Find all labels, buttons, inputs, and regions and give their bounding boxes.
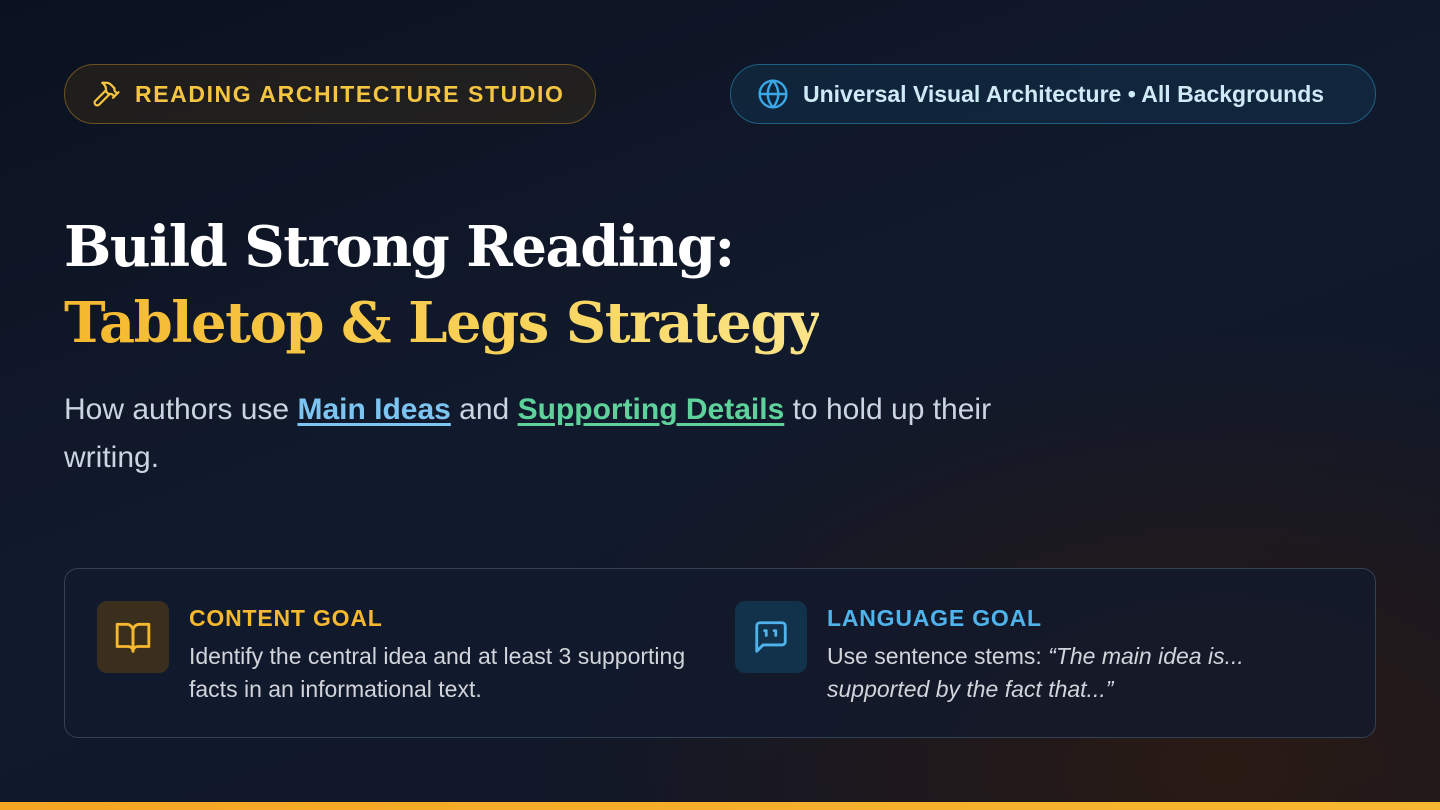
- language-goal-body: LANGUAGE GOAL Use sentence stems: “The m…: [827, 601, 1335, 706]
- language-goal-heading: LANGUAGE GOAL: [827, 605, 1042, 631]
- universal-badge-label: Universal Visual Architecture • All Back…: [803, 80, 1325, 107]
- universal-badge: Universal Visual Architecture • All Back…: [730, 64, 1376, 124]
- subtitle-and: and: [450, 393, 518, 426]
- bottom-accent-bar: [0, 802, 1440, 810]
- content-goal-body: CONTENT GOAL Identify the central idea a…: [189, 601, 697, 706]
- language-goal-text-prefix: Use sentence stems:: [827, 643, 1049, 669]
- studio-badge-label: READING ARCHITECTURE STUDIO: [135, 80, 565, 107]
- page-title-highlight: Tabletop & Legs Strategy: [64, 290, 821, 356]
- subtitle-prefix: How authors use: [64, 393, 298, 426]
- globe-icon: [758, 79, 788, 109]
- goals-card: CONTENT GOAL Identify the central idea a…: [64, 568, 1376, 738]
- book-icon: [115, 622, 151, 653]
- content-goal: CONTENT GOAL Identify the central idea a…: [97, 601, 697, 706]
- content-goal-icon-box: [97, 601, 169, 673]
- speech-quote-icon: [755, 621, 787, 653]
- language-goal-text: Use sentence stems: “The main idea is...…: [827, 640, 1335, 706]
- main-ideas-link[interactable]: Main Ideas: [297, 393, 450, 426]
- subtitle: How authors use Main Ideas and Supportin…: [64, 386, 1064, 482]
- page-title: Build Strong Reading:: [64, 214, 735, 280]
- hammer-icon: [93, 81, 120, 107]
- studio-badge: READING ARCHITECTURE STUDIO: [64, 64, 596, 124]
- content-goal-heading: CONTENT GOAL: [189, 605, 383, 631]
- language-goal-icon-box: [735, 601, 807, 673]
- language-goal: LANGUAGE GOAL Use sentence stems: “The m…: [735, 601, 1335, 706]
- content-goal-text: Identify the central idea and at least 3…: [189, 643, 686, 702]
- supporting-details-link[interactable]: Supporting Details: [518, 393, 785, 426]
